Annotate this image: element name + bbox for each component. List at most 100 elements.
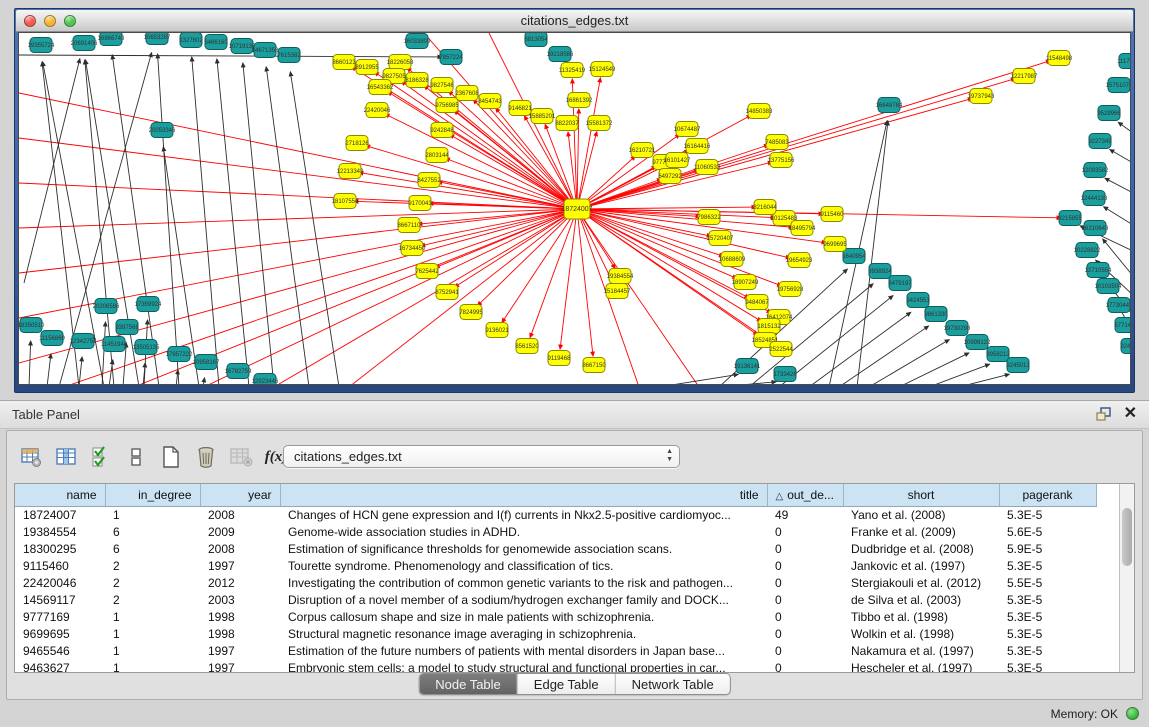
table-row[interactable]: 946554611997Estimation of the future num… <box>15 642 1096 659</box>
network-node[interactable]: 12093582 <box>1082 163 1109 178</box>
network-edge-red[interactable] <box>349 209 577 385</box>
network-edge-red[interactable] <box>477 209 577 306</box>
network-node[interactable]: 16734450 <box>399 241 426 256</box>
network-node[interactable]: 10958167 <box>193 355 220 370</box>
table-vertical-scrollbar[interactable] <box>1119 484 1134 672</box>
table-cell[interactable]: 2003 <box>200 591 280 608</box>
network-node[interactable]: 9756985 <box>435 98 459 113</box>
network-node[interactable]: 8667150 <box>582 358 606 373</box>
table-cell[interactable]: 0 <box>767 574 843 591</box>
table-cell[interactable]: 1997 <box>200 642 280 659</box>
network-node[interactable]: 11175541 <box>1117 54 1131 69</box>
network-node[interactable]: 2718126 <box>345 136 369 151</box>
table-cell[interactable]: 2012 <box>200 574 280 591</box>
maximize-window-icon[interactable] <box>64 15 76 27</box>
table-cell[interactable]: Changes of HCN gene expression and I(f) … <box>280 506 767 523</box>
table-row[interactable]: 969969511998Structural magnetic resonanc… <box>15 625 1096 642</box>
table-row[interactable]: 911546021997Tourette syndrome. Phenomeno… <box>15 557 1096 574</box>
network-node[interactable]: 2803144 <box>425 148 449 163</box>
network-node[interactable]: 2367608 <box>455 86 479 101</box>
table-row[interactable]: 1830029562008Estimation of significance … <box>15 540 1096 557</box>
network-edge-black[interactable] <box>109 360 113 385</box>
network-node[interactable]: 13775156 <box>768 153 795 168</box>
table-cell[interactable]: 5.3E-5 <box>999 659 1096 673</box>
table-cell[interactable]: 5.6E-5 <box>999 523 1096 540</box>
table-cell[interactable]: 5.3E-5 <box>999 591 1096 608</box>
network-edge-red[interactable] <box>274 209 577 385</box>
column-header-title[interactable]: title <box>280 484 767 506</box>
network-node[interactable]: 1327602 <box>179 33 203 48</box>
network-node[interactable]: 13505135 <box>133 340 160 355</box>
network-node[interactable]: 20206586 <box>93 299 120 314</box>
network-edge-black[interactable] <box>24 59 80 283</box>
network-edge-black[interactable] <box>290 72 339 385</box>
network-node[interactable]: 9827546 <box>430 78 454 93</box>
network-node[interactable]: 8752941 <box>435 285 459 300</box>
network-edge-black[interactable] <box>47 354 51 385</box>
network-node[interactable]: 7824995 <box>459 305 483 320</box>
table-select-dropdown[interactable]: citations_edges.txt ▲▼ <box>283 445 680 468</box>
network-node[interactable]: 7986322 <box>697 210 721 225</box>
table-cell[interactable]: 0 <box>767 591 843 608</box>
network-node[interactable]: 16210721 <box>629 143 656 158</box>
network-edge-red[interactable] <box>204 209 577 385</box>
network-node[interactable]: 16782759 <box>225 364 252 379</box>
network-node[interactable]: 9699695 <box>823 237 847 252</box>
network-node[interactable]: 20053346 <box>149 123 176 138</box>
network-node[interactable]: 8822037 <box>555 116 579 131</box>
network-node[interactable]: 2522544 <box>769 342 793 357</box>
table-row[interactable]: 977716911998Corpus callosum shape and si… <box>15 608 1096 625</box>
network-node[interactable]: 18226058 <box>387 55 414 70</box>
network-node[interactable]: 9484067 <box>745 295 769 310</box>
network-edge-black[interactable] <box>1104 207 1131 225</box>
network-node[interactable]: 9170043 <box>408 196 432 211</box>
table-cell[interactable]: Stergiakouli et al. (2012) <box>843 574 999 591</box>
network-node[interactable]: 7615382 <box>277 48 301 63</box>
network-node[interactable]: 22420046 <box>364 103 391 118</box>
network-edge-black[interactable] <box>102 322 106 385</box>
network-edge-black[interactable] <box>29 341 31 385</box>
network-edge-red[interactable] <box>366 146 577 209</box>
network-node[interactable]: 8216044 <box>753 200 777 215</box>
tab-node-table[interactable]: Node Table <box>419 674 517 694</box>
network-node[interactable]: 17730443 <box>1106 298 1131 313</box>
network-node[interactable]: 1733426 <box>773 367 797 382</box>
table-cell[interactable]: 18724007 <box>15 506 105 523</box>
network-node[interactable]: 8186328 <box>405 73 429 88</box>
table-cell[interactable]: de Silva et al. (2003) <box>843 591 999 608</box>
network-node[interactable]: 10228822 <box>1074 243 1101 258</box>
table-cell[interactable]: Corpus callosum shape and size in male p… <box>280 608 767 625</box>
table-cell[interactable]: 9463627 <box>15 659 105 673</box>
table-cell[interactable]: 1 <box>105 625 200 642</box>
table-row[interactable]: 1938455462009Genome-wide association stu… <box>15 523 1096 540</box>
network-node[interactable]: 19355724 <box>28 38 55 53</box>
minimize-window-icon[interactable] <box>44 15 56 27</box>
table-cell[interactable]: 5.3E-5 <box>999 625 1096 642</box>
network-node[interactable]: 8427552 <box>417 173 441 188</box>
table-cell[interactable]: Structural magnetic resonance image aver… <box>280 625 767 642</box>
table-cell[interactable]: 0 <box>767 625 843 642</box>
table-cell[interactable]: Hescheler et al. (1997) <box>843 659 999 673</box>
network-node[interactable]: 9136021 <box>485 323 509 338</box>
table-cell[interactable]: 5.3E-5 <box>999 506 1096 523</box>
table-cell[interactable]: Tourette syndrome. Phenomenology and cla… <box>280 557 767 574</box>
network-node[interactable]: 9861330 <box>924 307 948 322</box>
network-node[interactable]: 19756928 <box>777 282 804 297</box>
table-cell[interactable]: 19384554 <box>15 523 105 540</box>
column-header-in_degree[interactable]: in_degree <box>105 484 200 506</box>
table-cell[interactable]: 5.3E-5 <box>999 608 1096 625</box>
column-header-out_de[interactable]: △out_de... <box>767 484 843 506</box>
table-cell[interactable]: Dudbridge et al. (2008) <box>843 540 999 557</box>
network-graph[interactable]: 1935572420691406168667431065328713276026… <box>19 33 1131 385</box>
network-node[interactable]: 18724007 <box>561 199 592 219</box>
table-cell[interactable]: Disruption of a novel member of a sodium… <box>280 591 767 608</box>
network-edge-red[interactable] <box>435 209 577 268</box>
row-height-icon[interactable] <box>122 443 150 471</box>
network-edge-black[interactable] <box>1118 122 1131 133</box>
network-node[interactable]: 10103504 <box>1095 279 1122 294</box>
table-cell[interactable]: Tibbo et al. (1998) <box>843 608 999 625</box>
table-cell[interactable]: Jankovic et al. (1997) <box>843 557 999 574</box>
network-node[interactable]: 14671358 <box>252 43 279 58</box>
row-selection-icon[interactable] <box>87 443 115 471</box>
network-node[interactable]: 18907249 <box>732 275 759 290</box>
